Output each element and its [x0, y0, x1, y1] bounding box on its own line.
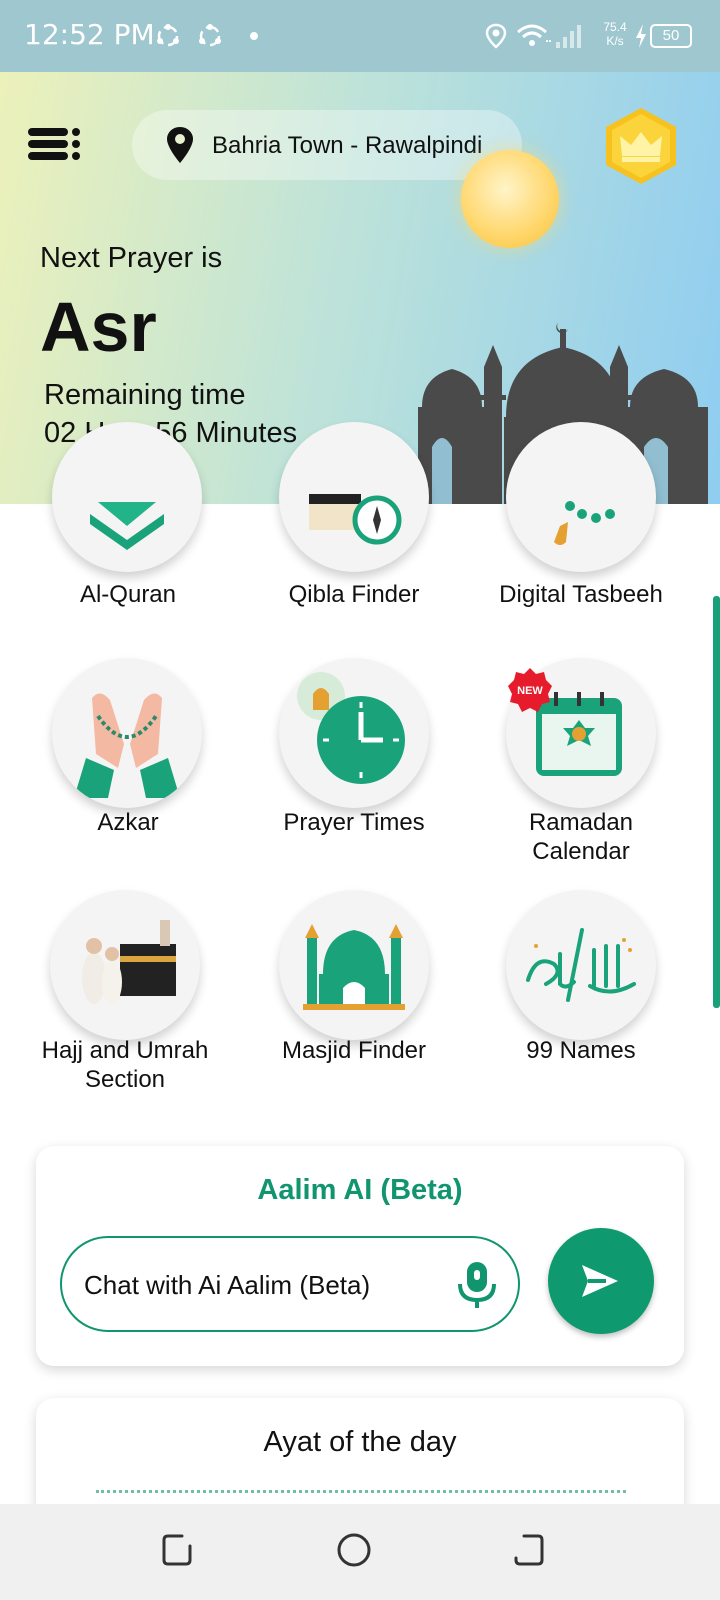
digital-tasbeeh-button[interactable] — [506, 422, 656, 572]
prayer-times-button[interactable] — [279, 658, 429, 808]
chat-input[interactable]: Chat with Ai Aalim (Beta) — [60, 1236, 520, 1332]
mosque-icon — [303, 924, 405, 1010]
status-time: 12:52 PM — [24, 18, 155, 51]
charging-icon — [636, 24, 646, 48]
network-speed: 75.4 K/s — [600, 20, 630, 48]
hajj-umrah-button[interactable] — [50, 890, 200, 1040]
recent-apps-icon[interactable] — [160, 1532, 194, 1568]
back-icon[interactable] — [512, 1532, 546, 1568]
calligraphy-icon — [526, 928, 636, 1002]
feature-label: Masjid Finder — [281, 1037, 427, 1064]
next-prayer-label: Next Prayer is — [40, 242, 223, 274]
sun-illustration — [461, 150, 559, 248]
kaaba-compass-icon — [309, 494, 402, 545]
quran-icon — [90, 502, 164, 550]
signal-icon — [556, 25, 581, 48]
qibla-finder-button[interactable] — [279, 422, 429, 572]
kaaba-pilgrims-icon — [82, 920, 176, 1004]
feature-label: Prayer Times — [283, 809, 425, 836]
sync-icon — [199, 24, 221, 47]
ayat-arabic-text — [96, 1490, 626, 1504]
feature-label-line: Calendar — [532, 838, 630, 865]
scrollbar[interactable] — [713, 596, 720, 1008]
feature-label: Azkar — [97, 809, 159, 836]
status-bar: 12:52 PM 75.4 K/s 50 — [0, 0, 720, 72]
99-names-button[interactable] — [506, 890, 656, 1040]
feature-label: 99 Names — [526, 1037, 636, 1064]
menu-button[interactable] — [28, 124, 84, 164]
location-selector[interactable]: Bahria Town - Rawalpindi — [132, 110, 522, 180]
premium-crown-button[interactable] — [604, 106, 678, 186]
home-icon[interactable] — [336, 1532, 372, 1568]
send-button[interactable] — [548, 1228, 654, 1334]
feature-label: Digital Tasbeeh — [499, 581, 663, 608]
location-label: Bahria Town - Rawalpindi — [212, 132, 483, 159]
next-prayer-name: Asr — [40, 288, 157, 366]
aalim-ai-title: Aalim AI (Beta) — [257, 1174, 463, 1206]
menu-dot — [72, 152, 80, 160]
praying-hands-icon — [74, 693, 180, 798]
ayat-title: Ayat of the day — [263, 1426, 457, 1458]
battery-indicator: 50 — [650, 24, 692, 48]
microphone-icon[interactable] — [457, 1260, 497, 1310]
feature-label-line: Ramadan — [528, 809, 634, 836]
location-pin-icon — [167, 127, 193, 163]
menu-bar — [28, 140, 68, 148]
al-quran-button[interactable] — [52, 422, 202, 572]
menu-bar — [28, 128, 68, 136]
feature-label: Qibla Finder — [288, 581, 420, 608]
feature-label-line: Section — [84, 1066, 166, 1093]
notification-dot-icon — [250, 32, 258, 40]
menu-dot — [72, 128, 80, 136]
menu-bar — [28, 152, 68, 160]
feature-label: Al-Quran — [79, 581, 177, 608]
feature-label-line: Hajj and Umrah — [41, 1037, 209, 1064]
feature-label-multiline: Ramadan Calendar — [466, 808, 696, 866]
remaining-time-label: Remaining time — [44, 379, 246, 411]
speed-value: 75.4 — [603, 20, 627, 34]
system-nav-bar — [0, 1504, 720, 1600]
feature-label-multiline: Hajj and Umrah Section — [10, 1036, 240, 1094]
sync-icon — [157, 24, 179, 47]
azkar-button[interactable] — [52, 658, 202, 808]
masjid-finder-button[interactable] — [279, 890, 429, 1040]
wifi-icon — [517, 24, 551, 46]
new-badge-label: NEW — [517, 685, 543, 697]
prayer-clock-icon — [297, 672, 405, 784]
aalim-ai-card: Aalim AI (Beta) Chat with Ai Aalim (Beta… — [36, 1146, 684, 1366]
send-icon — [582, 1265, 618, 1297]
tasbeeh-icon — [554, 501, 615, 545]
speed-unit: K/s — [606, 34, 624, 48]
new-badge: NEW — [508, 668, 552, 712]
chat-placeholder: Chat with Ai Aalim (Beta) — [84, 1270, 371, 1300]
menu-dot — [72, 140, 80, 148]
location-icon — [485, 23, 507, 49]
ayat-of-the-day-card: Ayat of the day — [36, 1398, 684, 1518]
